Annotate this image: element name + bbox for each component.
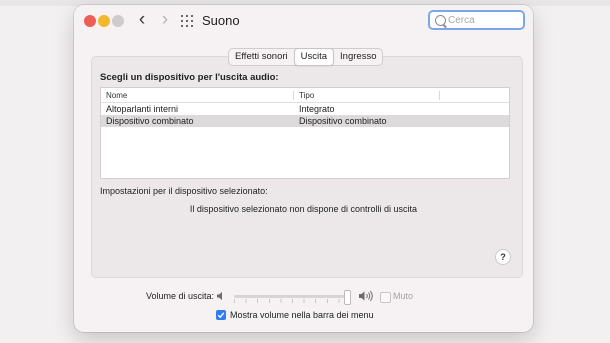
speaker-high-icon — [359, 290, 373, 302]
tab-bar: Effetti sonori Uscita Ingresso — [228, 48, 384, 66]
help-button[interactable]: ? — [495, 249, 511, 265]
table-header: Nome Tipo — [101, 88, 509, 103]
device-type: Dispositivo combinato — [299, 116, 387, 126]
mute-checkbox[interactable] — [380, 292, 391, 303]
device-name: Altoparlanti interni — [106, 104, 179, 114]
volume-slider-ticks — [234, 299, 351, 303]
settings-label: Impostazioni per il dispositivo selezion… — [100, 186, 268, 196]
show-volume-menubar-label: Mostra volume nella barra dei menu — [230, 310, 374, 320]
volume-slider-thumb[interactable] — [344, 290, 351, 305]
column-divider — [439, 91, 440, 100]
device-table: Nome Tipo Altoparlanti interni Integrato… — [100, 87, 510, 179]
volume-slider[interactable] — [234, 295, 351, 298]
column-divider — [293, 91, 294, 100]
checkmark-icon — [217, 312, 225, 319]
device-name: Dispositivo combinato — [106, 116, 194, 126]
minimize-button[interactable] — [98, 15, 110, 27]
search-field[interactable] — [428, 10, 525, 30]
search-input[interactable] — [448, 13, 522, 28]
device-choose-label: Scegli un dispositivo per l'uscita audio… — [100, 72, 279, 83]
search-icon — [435, 15, 446, 26]
mute-label: Muto — [393, 291, 414, 301]
zoom-button[interactable] — [112, 15, 124, 27]
grid-icon[interactable] — [181, 15, 193, 27]
no-controls-message: Il dispositivo selezionato non dispone d… — [189, 204, 418, 214]
table-row-selected[interactable]: Dispositivo combinato Dispositivo combin… — [101, 115, 509, 127]
close-button[interactable] — [84, 15, 96, 27]
tab-effetti-sonori[interactable]: Effetti sonori — [229, 49, 294, 65]
preferences-window: ‹ › Suono Effetti sonori Uscita Ingresso… — [74, 5, 533, 332]
window-title: Suono — [202, 13, 240, 28]
chevron-left-icon[interactable]: ‹ — [134, 10, 150, 30]
volume-label: Volume di uscita: — [146, 291, 215, 301]
tab-uscita[interactable]: Uscita — [293, 48, 335, 66]
show-volume-menubar-checkbox[interactable] — [216, 310, 226, 320]
tab-ingresso[interactable]: Ingresso — [334, 49, 382, 65]
titlebar: ‹ › Suono — [74, 5, 533, 35]
device-type: Integrato — [299, 104, 335, 114]
table-row[interactable]: Altoparlanti interni Integrato — [101, 103, 509, 115]
column-header-tipo[interactable]: Tipo — [299, 91, 314, 100]
chevron-right-icon[interactable]: › — [157, 10, 173, 30]
column-header-nome[interactable]: Nome — [106, 91, 127, 100]
speaker-low-icon — [217, 292, 222, 300]
